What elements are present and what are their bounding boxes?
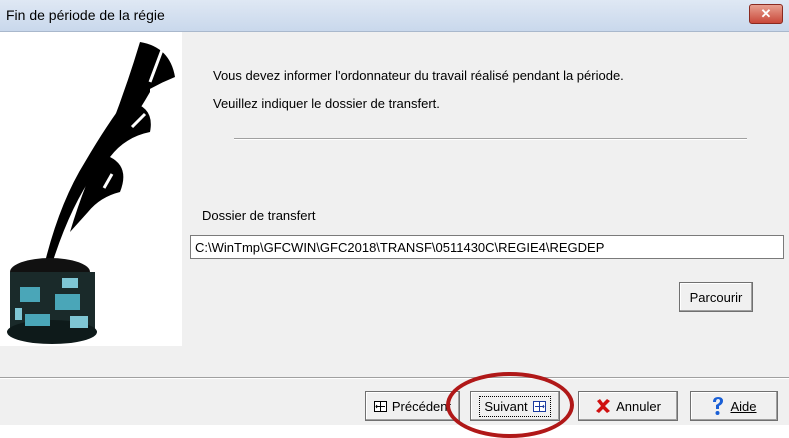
focus-rect: Suivant <box>479 395 551 417</box>
window-title: Fin de période de la régie <box>6 7 165 23</box>
wizard-illustration <box>0 32 182 346</box>
previous-button[interactable]: Précédent <box>365 391 460 421</box>
title-bar[interactable]: Fin de période de la régie ✕ <box>0 0 789 32</box>
dialog-window: Fin de période de la régie ✕ Vous devez … <box>0 0 789 438</box>
question-mark-icon <box>711 396 725 416</box>
button-bar: Précédent Suivant Annuler Aide <box>0 379 789 425</box>
dossier-path-input[interactable] <box>190 235 784 259</box>
next-label: Suivant <box>484 398 528 414</box>
quill-inkwell-icon <box>7 42 175 344</box>
previous-label: Précédent <box>391 398 452 414</box>
close-button[interactable]: ✕ <box>749 4 783 24</box>
help-label: Aide <box>730 398 757 414</box>
cancel-button[interactable]: Annuler <box>578 391 678 421</box>
help-button[interactable]: Aide <box>690 391 778 421</box>
wizard-content: Vous devez informer l'ordonnateur du tra… <box>182 32 789 377</box>
close-icon: ✕ <box>760 6 772 21</box>
browse-button[interactable]: Parcourir <box>679 282 753 312</box>
cancel-label: Annuler <box>616 398 661 414</box>
separator <box>234 138 747 140</box>
expand-box-icon <box>373 400 387 412</box>
info-text-line1: Vous devez informer l'ordonnateur du tra… <box>213 68 624 83</box>
expand-box-icon <box>532 400 546 412</box>
dossier-label: Dossier de transfert <box>202 208 316 223</box>
info-text-line2: Veuillez indiquer le dossier de transfer… <box>213 96 440 111</box>
red-x-icon <box>595 398 611 414</box>
next-button[interactable]: Suivant <box>470 391 560 421</box>
